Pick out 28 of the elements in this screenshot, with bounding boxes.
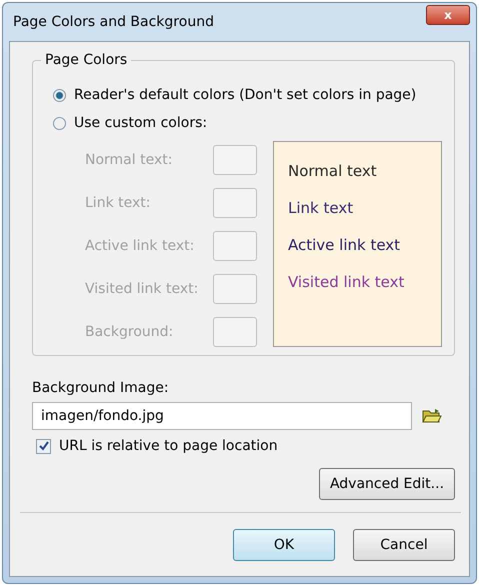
color-label: Link text:: [85, 195, 150, 211]
preview-text: Active link text: [288, 236, 402, 254]
radio-label[interactable]: Reader's default colors (Don't set colors in page): [74, 87, 416, 103]
color-picker-button[interactable]: [213, 274, 257, 304]
color-label: Visited link text:: [85, 281, 198, 297]
group-title: Page Colors: [41, 52, 132, 68]
folder-icon[interactable]: [422, 408, 442, 424]
color-picker-button[interactable]: [213, 188, 257, 218]
radio-button[interactable]: [53, 88, 66, 102]
color-label: Active link text:: [85, 238, 194, 254]
checkbox-label[interactable]: URL is relative to page location: [59, 438, 278, 454]
color-label: Normal text:: [85, 152, 172, 168]
dialog-button[interactable]: OK: [233, 529, 335, 561]
preview-text: Normal text: [288, 162, 378, 180]
advanced-edit-button[interactable]: Advanced Edit...: [319, 468, 455, 500]
color-picker-button[interactable]: [213, 145, 257, 175]
radio-label[interactable]: Use custom colors:: [74, 115, 208, 131]
radio-button[interactable]: [53, 116, 66, 130]
color-picker-button[interactable]: [213, 317, 257, 347]
field-label: Background Image:: [32, 380, 170, 396]
color-label: Background:: [85, 324, 174, 340]
window-title: Page Colors and Background: [12, 14, 214, 30]
preview-text: Link text: [288, 199, 354, 217]
checkbox[interactable]: [36, 438, 51, 454]
color-picker-button[interactable]: [213, 231, 257, 261]
dialog-button[interactable]: Cancel: [353, 529, 455, 561]
preview-text: Visited link text: [288, 273, 406, 291]
image-path-field[interactable]: imagen/fondo.jpg: [32, 402, 412, 430]
